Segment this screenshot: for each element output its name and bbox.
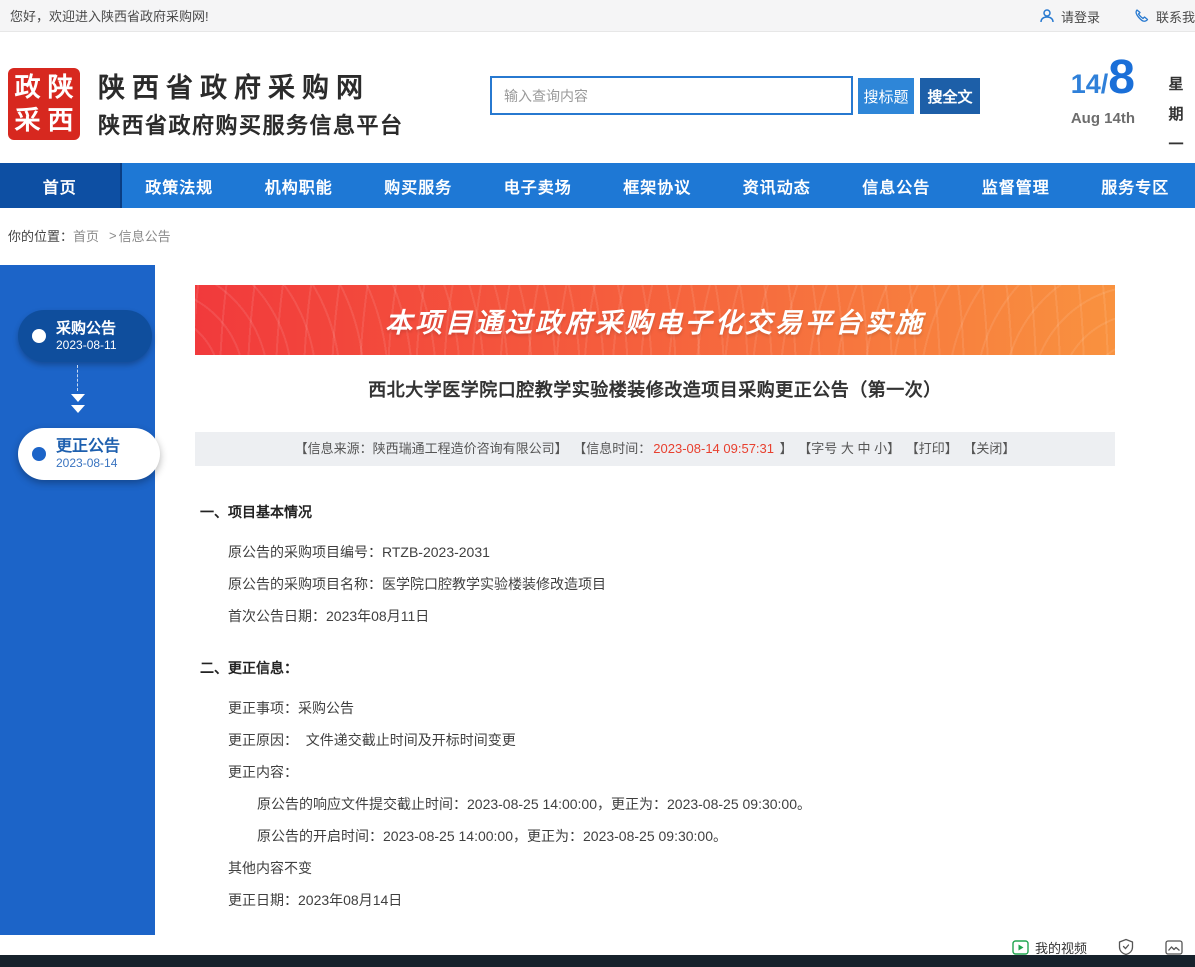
breadcrumb-home-link[interactable]: 首页 bbox=[73, 226, 99, 245]
weekday-label: 星期一 bbox=[1166, 70, 1186, 160]
article-title: 西北大学医学院口腔教学实验楼装修改造项目采购更正公告（第一次） bbox=[195, 375, 1115, 405]
print-button[interactable]: 【打印】 bbox=[906, 441, 958, 456]
body-line: 原公告的响应文件提交截止时间：2023-08-25 14:00:00，更正为：2… bbox=[195, 788, 1115, 820]
sidebar-item-date: 2023-08-11 bbox=[56, 338, 117, 353]
font-size-controls[interactable]: 【字号 大 中 小】 bbox=[798, 441, 900, 456]
nav-item-functions[interactable]: 机构职能 bbox=[239, 163, 359, 208]
article-content: 本项目通过政府采购电子化交易平台实施 西北大学医学院口腔教学实验楼装修改造项目采… bbox=[195, 262, 1115, 916]
article-body: 一、项目基本情况 原公告的采购项目编号：RTZB-2023-2031 原公告的采… bbox=[195, 496, 1115, 916]
topbar-right: 请登录 联系我 bbox=[1039, 0, 1195, 32]
footer-bar bbox=[0, 955, 1195, 967]
date-day: 14 bbox=[1071, 69, 1101, 99]
meta-source: 【信息来源：陕西瑞通工程造价咨询有限公司】 bbox=[295, 441, 568, 456]
nav-item-framework-agreements[interactable]: 框架协议 bbox=[598, 163, 718, 208]
meta-time-value: 2023-08-14 09:57:31 bbox=[653, 441, 774, 456]
sidebar-item-label: 采购公告 bbox=[56, 319, 117, 338]
logo-char: 采 bbox=[12, 105, 43, 136]
meta-time-prefix: 【信息时间： bbox=[573, 441, 651, 456]
date-display: 14/8 bbox=[1030, 50, 1135, 105]
body-line: 更正原因： 文件递交截止时间及开标时间变更 bbox=[195, 724, 1115, 756]
notice-timeline-sidebar: 采购公告 2023-08-11 更正公告 2023-08-14 bbox=[0, 265, 155, 935]
login-link[interactable]: 请登录 bbox=[1039, 7, 1100, 26]
body-line: 原公告的采购项目编号：RTZB-2023-2031 bbox=[195, 536, 1115, 568]
timeline-arrow-down-icon bbox=[0, 365, 155, 425]
section-heading: 一、项目基本情况 bbox=[195, 496, 1115, 528]
main-area: 采购公告 2023-08-11 更正公告 2023-08-14 本项目通过政府采… bbox=[0, 262, 1195, 955]
section-heading: 二、更正信息： bbox=[195, 652, 1115, 684]
banner-text: 本项目通过政府采购电子化交易平台实施 bbox=[385, 301, 925, 340]
phone-icon bbox=[1134, 8, 1150, 24]
date-month: 8 bbox=[1108, 51, 1135, 104]
shield-icon[interactable] bbox=[1117, 938, 1135, 956]
play-video-icon bbox=[1012, 940, 1029, 955]
body-line: 更正内容： bbox=[195, 756, 1115, 788]
nav-item-e-marketplace[interactable]: 电子卖场 bbox=[478, 163, 598, 208]
breadcrumb: 你的位置： 首页 > 信息公告 bbox=[0, 208, 1195, 262]
login-label: 请登录 bbox=[1061, 7, 1100, 26]
sidebar-item-procurement-notice[interactable]: 采购公告 2023-08-11 bbox=[18, 310, 152, 362]
welcome-text: 您好，欢迎进入陕西省政府采购网! bbox=[10, 6, 209, 25]
nav-item-service-zone[interactable]: 服务专区 bbox=[1076, 163, 1195, 208]
site-logo-seal[interactable]: 政 陕 采 西 bbox=[8, 68, 80, 140]
page: 您好，欢迎进入陕西省政府采购网! 请登录 联系我 政 陕 采 西 bbox=[0, 0, 1195, 967]
site-subtitle: 陕西省政府购买服务信息平台 bbox=[98, 108, 404, 140]
date-english: Aug 14th bbox=[1030, 110, 1135, 127]
logo-char: 西 bbox=[45, 105, 76, 136]
nav-item-announcements[interactable]: 信息公告 bbox=[837, 163, 957, 208]
sidebar-item-date: 2023-08-14 bbox=[56, 456, 120, 471]
logo-char: 政 bbox=[12, 72, 43, 103]
logo-char: 陕 bbox=[45, 72, 76, 103]
meta-time-suffix: 】 bbox=[776, 441, 793, 456]
bullet-dot-icon bbox=[32, 329, 46, 343]
sidebar-item-correction-notice[interactable]: 更正公告 2023-08-14 bbox=[18, 428, 160, 480]
body-line: 原公告的采购项目名称：医学院口腔教学实验楼装修改造项目 bbox=[195, 568, 1115, 600]
main-nav: 首页 政策法规 机构职能 购买服务 电子卖场 框架协议 资讯动态 信息公告 监督… bbox=[0, 163, 1195, 208]
body-line: 首次公告日期：2023年08月11日 bbox=[195, 600, 1115, 632]
site-title: 陕西省政府采购网 bbox=[98, 66, 370, 105]
sidebar-item-label: 更正公告 bbox=[56, 437, 120, 456]
nav-item-policies[interactable]: 政策法规 bbox=[120, 163, 240, 208]
user-icon bbox=[1039, 8, 1055, 24]
search-title-button[interactable]: 搜标题 bbox=[858, 78, 914, 114]
search-input[interactable] bbox=[490, 76, 853, 115]
nav-item-news[interactable]: 资讯动态 bbox=[717, 163, 837, 208]
top-bar: 您好，欢迎进入陕西省政府采购网! 请登录 联系我 bbox=[0, 0, 1195, 32]
breadcrumb-current: 信息公告 bbox=[119, 226, 171, 245]
close-button[interactable]: 【关闭】 bbox=[963, 441, 1015, 456]
body-line: 更正事项：采购公告 bbox=[195, 692, 1115, 724]
nav-item-supervision[interactable]: 监督管理 bbox=[956, 163, 1076, 208]
contact-link[interactable]: 联系我 bbox=[1134, 7, 1195, 26]
my-video-label: 我的视频 bbox=[1035, 938, 1087, 957]
platform-banner: 本项目通过政府采购电子化交易平台实施 bbox=[195, 285, 1115, 355]
header: 政 陕 采 西 陕西省政府采购网 陕西省政府购买服务信息平台 搜标题 搜全文 1… bbox=[0, 32, 1195, 163]
body-line: 更正日期：2023年08月14日 bbox=[195, 884, 1115, 916]
contact-label: 联系我 bbox=[1156, 7, 1195, 26]
nav-item-home[interactable]: 首页 bbox=[0, 163, 120, 208]
breadcrumb-prefix: 你的位置： bbox=[8, 226, 73, 245]
breadcrumb-separator: > bbox=[109, 228, 117, 243]
body-line: 原公告的开启时间：2023-08-25 14:00:00，更正为：2023-08… bbox=[195, 820, 1115, 852]
article-meta-bar: 【信息来源：陕西瑞通工程造价咨询有限公司】 【信息时间：2023-08-14 0… bbox=[195, 432, 1115, 466]
nav-item-purchase-services[interactable]: 购买服务 bbox=[359, 163, 479, 208]
body-line: 其他内容不变 bbox=[195, 852, 1115, 884]
image-icon[interactable] bbox=[1165, 940, 1183, 955]
bullet-dot-icon bbox=[32, 447, 46, 461]
search-fulltext-button[interactable]: 搜全文 bbox=[920, 78, 980, 114]
my-video-widget[interactable]: 我的视频 bbox=[1012, 938, 1087, 957]
